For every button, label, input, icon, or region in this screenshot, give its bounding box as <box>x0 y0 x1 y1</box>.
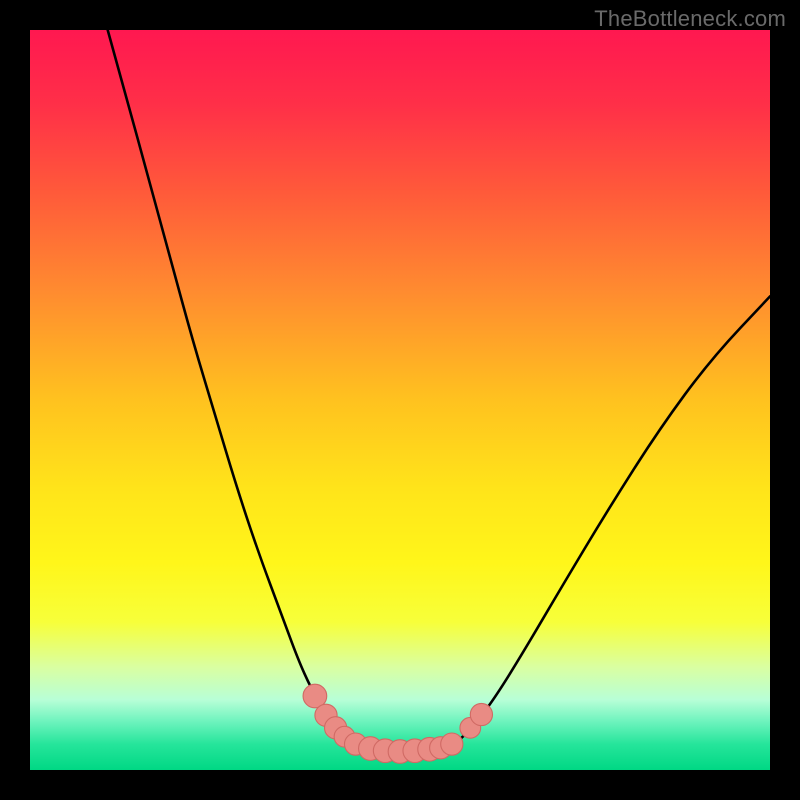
chart-frame: TheBottleneck.com <box>0 0 800 800</box>
plot-area <box>30 30 770 770</box>
data-marker <box>441 733 463 755</box>
gradient-rect <box>30 30 770 770</box>
chart-svg <box>30 30 770 770</box>
watermark-text: TheBottleneck.com <box>594 6 786 32</box>
data-marker <box>470 703 492 725</box>
